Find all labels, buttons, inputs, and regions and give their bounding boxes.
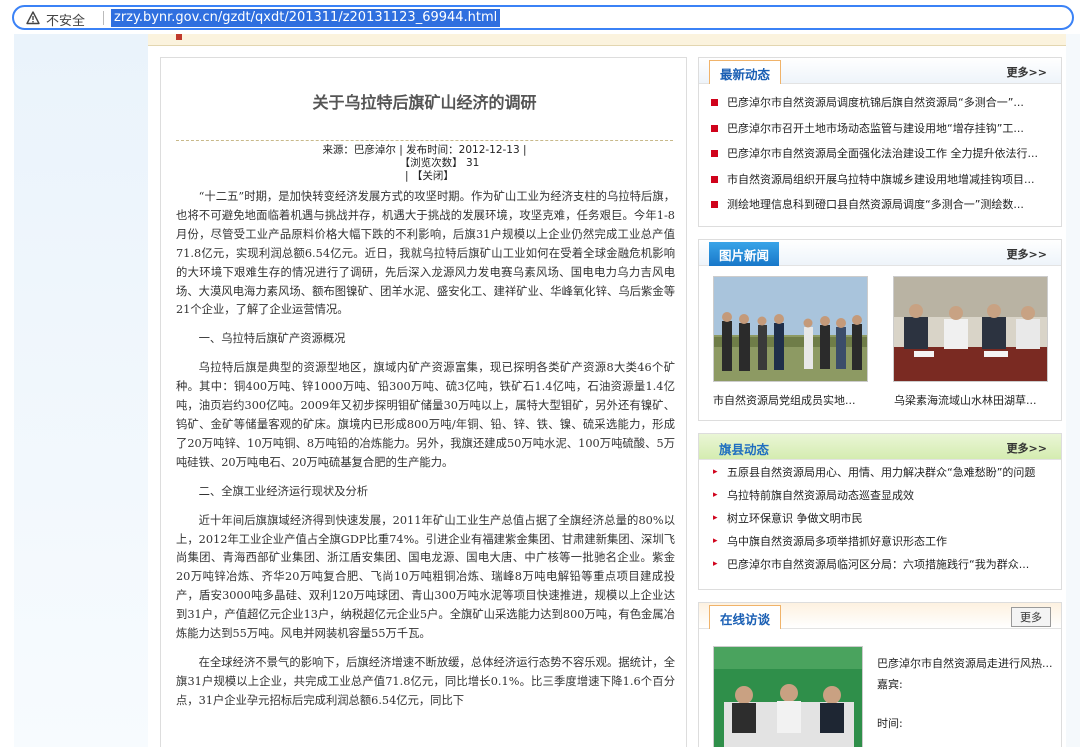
article-paragraph: “十二五”时期，是加快转变经济发展方式的攻坚时期。作为矿山工业为经济支柱的乌拉特… xyxy=(176,190,675,317)
online-interview-more-button[interactable]: 更多 xyxy=(1011,607,1051,627)
photo-thumbnail-meeting[interactable] xyxy=(893,276,1048,382)
list-item[interactable]: ▸ 乌中旗自然资源局多项举措抓好意识形态工作 xyxy=(711,530,1049,553)
latest-news-more-link[interactable]: 更多>> xyxy=(1007,64,1047,80)
list-item[interactable]: 巴彦淖尔市自然资源局调度杭锦后旗自然资源局“多测合一”... xyxy=(711,90,1049,116)
arrow-bullet-icon: ▸ xyxy=(713,490,718,500)
latest-news-list: 巴彦淖尔市自然资源局调度杭锦后旗自然资源局“多测合一”... 巴彦淖尔市召开土地… xyxy=(699,84,1061,218)
list-item[interactable]: 测绘地理信息科到磴口县自然资源局调度“多测合一”测绘数... xyxy=(711,192,1049,218)
address-bar[interactable]: 不安全 zrzy.bynr.gov.cn/gzdt/qxdt/201311/z2… xyxy=(12,5,1074,30)
list-item[interactable]: ▸ 乌拉特前旗自然资源局动态巡查显成效 xyxy=(711,484,1049,507)
online-interview-title[interactable]: 在线访谈 xyxy=(709,605,782,629)
section-heading: 一、乌拉特后旗矿产资源概况 xyxy=(198,332,346,346)
latest-news-header: 最新动态 更多>> xyxy=(699,58,1061,84)
latest-news-panel: 最新动态 更多>> 巴彦淖尔市自然资源局调度杭锦后旗自然资源局“多测合一”...… xyxy=(698,57,1062,227)
close-link[interactable]: | 【关闭】 xyxy=(161,168,688,183)
article-paragraph: 乌拉特后旗是典型的资源型地区，旗域内矿产资源富集，现已探明各类矿产资源8大类46… xyxy=(176,361,675,469)
interview-time-label: 时间: xyxy=(877,717,903,730)
article-title: 关于乌拉特后旗矿山经济的调研 xyxy=(312,93,537,112)
warning-icon[interactable] xyxy=(26,11,40,25)
page-background-left xyxy=(14,34,148,747)
browser-toolbar: 不安全 zrzy.bynr.gov.cn/gzdt/qxdt/201311/z2… xyxy=(0,0,1080,34)
section-heading: 二、全旗工业经济运行现状及分析 xyxy=(198,484,369,498)
header-strip-mark xyxy=(176,34,182,40)
interview-headline[interactable]: 巴彦淖尔市自然资源局走进行风热... xyxy=(877,655,1053,671)
latest-news-title[interactable]: 最新动态 xyxy=(709,60,782,84)
online-interview-header: 在线访谈 更多 xyxy=(699,603,1061,629)
photo-caption-field-visit[interactable]: 市自然资源局党组成员实地... xyxy=(713,392,856,408)
red-square-icon xyxy=(711,175,718,183)
arrow-bullet-icon: ▸ xyxy=(713,467,718,477)
list-item[interactable]: ▸ 巴彦淖尔市自然资源局临河区分局：六项措施践行“我为群众... xyxy=(711,553,1049,576)
arrow-bullet-icon: ▸ xyxy=(713,513,718,523)
list-item[interactable]: ▸ 五原县自然资源局用心、用情、用力解决群众“急难愁盼”的问题 xyxy=(711,461,1049,484)
county-news-panel: 旗县动态 更多>> ▸ 五原县自然资源局用心、用情、用力解决群众“急难愁盼”的问题… xyxy=(698,433,1062,590)
red-square-icon xyxy=(711,99,718,106)
county-news-list: ▸ 五原县自然资源局用心、用情、用力解决群众“急难愁盼”的问题 ▸ 乌拉特前旗自然资… xyxy=(699,460,1061,576)
address-separator xyxy=(103,11,104,25)
county-news-more-link[interactable]: 更多>> xyxy=(1007,440,1047,456)
field-visit-image xyxy=(714,277,867,381)
list-item[interactable]: 市自然资源局组织开展乌拉特中旗城乡建设用地增减挂钩项目... xyxy=(711,167,1049,193)
photo-news-header: 图片新闻 更多>> xyxy=(699,240,1061,266)
red-square-icon xyxy=(711,150,718,157)
article-body: “十二五”时期，是加快转变经济发展方式的攻坚时期。作为矿山工业为经济支柱的乌拉特… xyxy=(176,188,675,721)
interview-studio-image xyxy=(714,647,862,747)
county-news-title[interactable]: 旗县动态 xyxy=(709,436,779,460)
list-item[interactable]: 巴彦淖尔市自然资源局全面强化法治建设工作 全力提升依法行... xyxy=(711,141,1049,167)
photo-news-title[interactable]: 图片新闻 xyxy=(709,242,780,266)
article-paragraph: 在全球经济不景气的影响下，后旗经济增速不断放缓，总体经济运行态势不容乐观。据统计… xyxy=(176,655,675,707)
photo-thumbnail-field-visit[interactable] xyxy=(713,276,868,382)
article-panel: 关于乌拉特后旗矿山经济的调研 来源：巴彦淖尔 | 发布时间：2012-12-13… xyxy=(160,57,687,747)
photo-news-more-link[interactable]: 更多>> xyxy=(1007,246,1047,262)
meeting-image xyxy=(894,277,1047,381)
red-square-icon xyxy=(711,124,718,132)
arrow-bullet-icon: ▸ xyxy=(713,536,718,546)
security-label[interactable]: 不安全 xyxy=(46,10,85,29)
header-strip xyxy=(148,34,1066,46)
red-square-icon xyxy=(711,201,718,208)
list-item[interactable]: ▸ 树立环保意识 争做文明市民 xyxy=(711,507,1049,530)
title-divider xyxy=(176,140,673,141)
photo-caption-meeting[interactable]: 乌梁素海流域山水林田湖草... xyxy=(894,392,1037,408)
interview-guest-label: 嘉宾: xyxy=(877,678,903,691)
url-text[interactable]: zrzy.bynr.gov.cn/gzdt/qxdt/201311/z20131… xyxy=(111,9,501,27)
interview-thumbnail[interactable] xyxy=(713,646,863,747)
article-paragraph: 近十年间后旗旗域经济得到快速发展，2011年矿山工业生产总值占据了全旗经济总量的… xyxy=(176,513,675,641)
county-news-header: 旗县动态 更多>> xyxy=(699,434,1061,460)
list-item[interactable]: 巴彦淖尔市召开土地市场动态监管与建设用地“增存挂钩”工... xyxy=(711,116,1049,142)
arrow-bullet-icon: ▸ xyxy=(713,559,718,569)
page-background-right xyxy=(1066,34,1080,747)
